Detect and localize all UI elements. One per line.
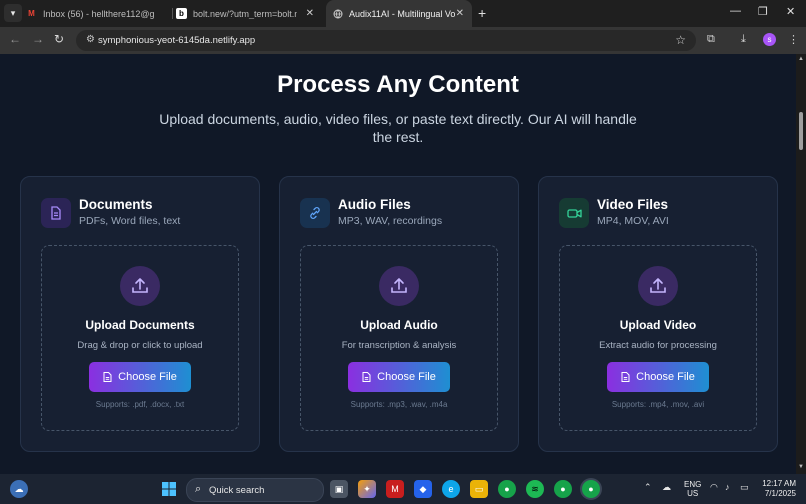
mcafee-icon[interactable]: M	[386, 480, 404, 498]
page-viewport: Process Any Content Upload documents, au…	[0, 54, 796, 474]
card-subtitle: PDFs, Word files, text	[79, 215, 181, 227]
choose-file-label: Choose File	[636, 371, 695, 383]
bookmark-star-icon[interactable]: ☆	[675, 33, 686, 47]
tab-title: bolt.new/?utm_term=bolt.new	[193, 8, 297, 19]
supported-formats: Supports: .mp4, .mov, .avi	[611, 400, 705, 409]
reload-icon[interactable]: ↻	[54, 32, 64, 46]
new-tab-button[interactable]: +	[478, 5, 486, 21]
wifi-icon[interactable]: ◠	[710, 482, 718, 493]
back-icon[interactable]: ←	[9, 32, 21, 46]
upload-subtitle: Extract audio for processing	[599, 340, 717, 351]
clock-date: 7/1/2025	[764, 489, 796, 498]
extensions-icon[interactable]: ⧉	[707, 33, 715, 46]
spotify-icon[interactable]: ≋	[526, 480, 544, 498]
video-camera-icon	[559, 198, 589, 228]
document-icon	[41, 198, 71, 228]
close-tab-icon[interactable]: ✕	[456, 8, 464, 19]
video-card: Video Files MP4, MOV, AVI Upload Video E…	[538, 176, 778, 452]
chrome-active-icon[interactable]: ●	[582, 480, 600, 498]
choose-file-button[interactable]: Choose File	[348, 362, 450, 392]
edge-icon[interactable]: e	[442, 480, 460, 498]
documents-card: Documents PDFs, Word files, text Upload …	[20, 176, 260, 452]
upload-icon	[120, 266, 160, 306]
language-indicator[interactable]: ENG US	[684, 480, 701, 498]
card-title: Video Files	[597, 197, 669, 212]
file-icon	[103, 372, 112, 382]
scroll-up-icon[interactable]: ▲	[798, 56, 804, 62]
url-text: symphonious-yeot-6145da.netlify.app	[98, 35, 256, 46]
upload-icon	[379, 266, 419, 306]
menu-kebab-icon[interactable]: ⋮	[788, 33, 799, 46]
file-explorer-icon[interactable]: ▭	[470, 480, 488, 498]
forward-icon[interactable]: →	[32, 32, 44, 46]
audio-dropzone[interactable]: Upload Audio For transcription & analysi…	[300, 245, 498, 431]
search-placeholder: Quick search	[209, 485, 265, 496]
audio-link-icon	[300, 198, 330, 228]
supported-formats: Supports: .mp3, .wav, .m4a	[350, 400, 448, 409]
task-view-icon[interactable]: ▣	[330, 480, 348, 498]
restore-icon[interactable]: ❐	[758, 5, 768, 18]
tab-gmail[interactable]: M Inbox (56) - hellthere112@gma	[26, 0, 172, 27]
download-icon[interactable]: ⤓	[741, 33, 746, 46]
chrome-icon[interactable]: ●	[498, 480, 516, 498]
tab-search-menu-icon[interactable]: ▾	[4, 4, 22, 22]
show-hidden-icons-icon[interactable]: ⌃	[644, 482, 652, 493]
windows-taskbar: ☁ ⌕ Quick search ▣ ✦ M ◆ e ▭ ● ≋ ● ● ⌃ ☁…	[0, 474, 806, 504]
upload-title: Upload Video	[619, 318, 697, 332]
minimize-icon[interactable]: —	[730, 5, 741, 17]
tab-title: Inbox (56) - hellthere112@gma	[43, 8, 155, 19]
upload-subtitle: For transcription & analysis	[341, 340, 457, 351]
browser-toolbar: ← → ↻ ⚙ symphonious-yeot-6145da.netlify.…	[0, 27, 806, 54]
card-title: Documents	[79, 197, 153, 212]
globe-icon	[332, 8, 343, 19]
address-bar[interactable]: ⚙ symphonious-yeot-6145da.netlify.app ☆	[76, 30, 696, 51]
site-info-icon[interactable]: ⚙	[86, 34, 95, 45]
choose-file-button[interactable]: Choose File	[89, 362, 191, 392]
tab-bolt[interactable]: b bolt.new/?utm_term=bolt.new ✕	[176, 0, 322, 27]
language-code: ENG	[684, 480, 702, 489]
upload-title: Upload Audio	[360, 318, 438, 332]
weather-icon[interactable]: ☁	[10, 480, 28, 498]
language-region: US	[687, 489, 699, 498]
card-subtitle: MP4, MOV, AVI	[597, 215, 669, 227]
close-tab-icon[interactable]: ✕	[306, 8, 314, 19]
clock-time: 12:17 AM	[762, 479, 796, 488]
volume-icon[interactable]: ♪	[725, 482, 730, 492]
scrollbar-thumb[interactable]	[799, 112, 803, 150]
card-title: Audio Files	[338, 197, 411, 212]
dropbox-icon[interactable]: ◆	[414, 480, 432, 498]
supported-formats: Supports: .pdf, .docx, .txt	[95, 400, 185, 409]
page-subtitle: Upload documents, audio, video files, or…	[159, 111, 637, 145]
windows-start-icon[interactable]	[160, 480, 178, 498]
browser-tab-strip: ▾ M Inbox (56) - hellthere112@gma b bolt…	[0, 0, 806, 27]
battery-icon[interactable]: ▭	[740, 482, 749, 493]
taskbar-search[interactable]: ⌕ Quick search	[186, 478, 324, 502]
system-clock[interactable]: 12:17 AM 7/1/2025	[758, 479, 796, 499]
audio-card: Audio Files MP3, WAV, recordings Upload …	[279, 176, 519, 452]
page-title: Process Any Content	[277, 71, 519, 98]
choose-file-button[interactable]: Choose File	[607, 362, 709, 392]
copilot-icon[interactable]: ✦	[358, 480, 376, 498]
gmail-icon: M	[28, 9, 35, 18]
scroll-down-icon[interactable]: ▼	[798, 464, 804, 470]
video-dropzone[interactable]: Upload Video Extract audio for processin…	[559, 245, 757, 431]
close-window-icon[interactable]: ✕	[786, 5, 795, 18]
upload-title: Upload Documents	[85, 318, 195, 332]
choose-file-label: Choose File	[118, 371, 177, 383]
bolt-icon: b	[176, 8, 187, 19]
document-dropzone[interactable]: Upload Documents Drag & drop or click to…	[41, 245, 239, 431]
choose-file-label: Choose File	[377, 371, 436, 383]
search-icon: ⌕	[195, 483, 202, 495]
tab-audix[interactable]: Audix11AI - Multilingual Voice ✕	[326, 0, 472, 27]
upload-subtitle: Drag & drop or click to upload	[77, 340, 203, 351]
profile-avatar[interactable]: s	[763, 33, 776, 46]
file-icon	[362, 372, 371, 382]
file-icon	[621, 372, 630, 382]
onedrive-icon[interactable]: ☁	[662, 482, 671, 493]
card-subtitle: MP3, WAV, recordings	[338, 215, 443, 227]
chrome-profile-icon[interactable]: ●	[554, 480, 572, 498]
tab-title: Audix11AI - Multilingual Voice	[349, 8, 455, 19]
page-scrollbar[interactable]: ▲ ▼	[796, 54, 806, 474]
upload-icon	[638, 266, 678, 306]
